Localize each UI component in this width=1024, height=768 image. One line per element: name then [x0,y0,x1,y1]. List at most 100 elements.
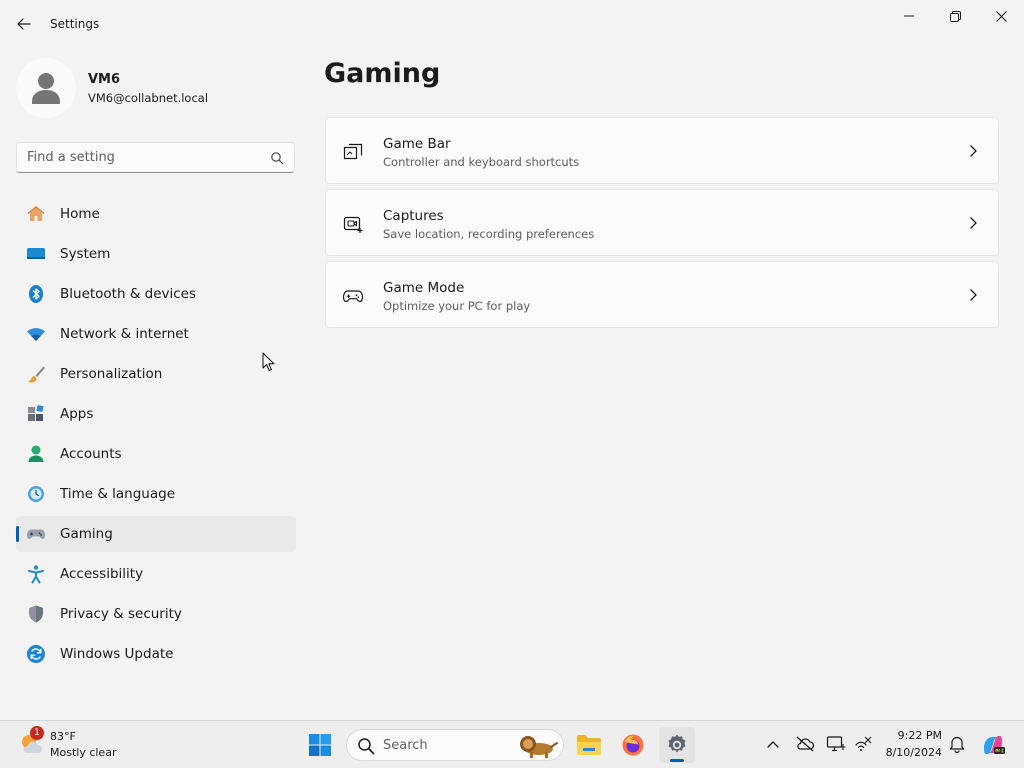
card-title: Captures [383,208,444,224]
lion-highlight-icon [520,736,558,758]
sidebar-item-gaming[interactable]: Gaming [16,516,296,552]
game-bar-icon [342,141,364,163]
search-input[interactable] [17,143,267,172]
sidebar-item-bluetooth[interactable]: Bluetooth & devices [16,276,296,312]
sidebar-item-label: Privacy & security [60,606,182,622]
sidebar-item-accessibility[interactable]: Accessibility [16,556,296,592]
sidebar-item-system[interactable]: System [16,236,296,272]
bell-icon [949,736,965,753]
gamepad-icon [26,524,46,544]
taskbar-search[interactable]: Search [346,729,564,761]
search-icon [358,738,375,755]
card-description: Optimize your PC for play [383,299,531,313]
sidebar-item-windows-update[interactable]: Windows Update [16,636,296,672]
user-name: VM6 [88,72,121,87]
sidebar-item-label: Accounts [60,446,122,462]
sidebar-item-label: Home [60,206,100,222]
firefox-button[interactable] [615,727,651,763]
apps-icon [26,404,46,424]
network-tray-button[interactable] [852,734,872,754]
start-button[interactable] [302,727,338,763]
chevron-right-icon [970,217,977,229]
home-icon [26,204,46,224]
close-icon [995,10,1007,22]
windows-logo-icon [309,734,331,756]
close-button[interactable] [981,4,1021,28]
restore-button[interactable] [935,4,975,28]
card-title: Game Mode [383,280,465,296]
onedrive-tray-button[interactable] [795,734,815,754]
monitor-icon [826,736,846,752]
user-email: VM6@collabnet.local [88,91,209,105]
cloud-off-icon [796,736,815,752]
settings-taskbar-button[interactable] [659,727,695,763]
taskbar-search-label: Search [383,738,428,753]
clock-date[interactable]: 8/10/2024 [880,746,942,759]
card-title: Game Bar [383,136,451,152]
weather-widget[interactable]: 1 83°F Mostly clear [14,726,144,763]
game-bar-card[interactable]: Game Bar Controller and keyboard shortcu… [325,117,999,184]
chevron-up-icon [767,741,779,748]
clock-time[interactable]: 9:22 PM [880,729,942,742]
sidebar-item-label: Time & language [60,486,176,502]
card-description: Save location, recording preferences [383,227,595,241]
back-button[interactable] [12,12,36,36]
sidebar-item-label: Gaming [60,526,113,542]
sidebar-item-accounts[interactable]: Accounts [16,436,296,472]
file-explorer-button[interactable] [571,727,607,763]
sidebar-item-label: Bluetooth & devices [60,286,197,302]
sidebar-item-privacy[interactable]: Privacy & security [16,596,296,632]
sidebar-item-label: Accessibility [60,566,144,582]
search-icon[interactable] [270,151,284,165]
capture-icon [342,213,364,235]
card-description: Controller and keyboard shortcuts [383,155,580,169]
copilot-icon [984,736,1005,754]
chevron-right-icon [970,145,977,157]
refresh-icon [26,644,46,664]
app-title: Settings [50,17,100,31]
weather-temp: 83°F [50,730,76,743]
sidebar-item-personalization[interactable]: Personalization [16,356,296,392]
settings-search[interactable] [16,142,295,173]
sidebar-item-label: Windows Update [60,646,174,662]
display-tray-button[interactable] [826,734,846,754]
restore-icon [949,10,961,22]
sidebar-item-label: Personalization [60,366,163,382]
game-mode-card[interactable]: Game Mode Optimize your PC for play [325,261,999,328]
sidebar-item-home[interactable]: Home [16,196,296,232]
clock-globe-icon [26,484,46,504]
copilot-button[interactable] [980,732,1006,758]
notification-badge: 1 [30,726,44,740]
accessibility-icon [26,564,46,584]
firefox-icon [622,734,644,756]
minimize-button[interactable] [889,4,929,28]
page-title: Gaming [324,58,441,89]
folder-icon [577,735,601,755]
user-avatar-icon [16,58,76,118]
gamepad-icon [342,285,364,307]
weather-condition: Mostly clear [50,746,117,759]
sidebar-item-network[interactable]: Network & internet [16,316,296,352]
minimize-icon [904,15,914,17]
sidebar-item-label: System [60,246,111,262]
sidebar-item-time-language[interactable]: Time & language [16,476,296,512]
sidebar-item-label: Network & internet [60,326,189,342]
taskbar: 1 83°F Mostly clear Search 9:22 PM 8/10/… [0,720,1024,768]
wifi-icon [26,324,46,344]
network-icon [855,736,872,751]
shield-icon [26,604,46,624]
person-icon [26,444,46,464]
sidebar-nav: Home System Bluetooth & devices Network … [16,196,296,676]
captures-card[interactable]: Captures Save location, recording prefer… [325,189,999,256]
arrow-left-icon [17,18,31,30]
gear-icon [668,734,686,753]
chevron-right-icon [970,289,977,301]
notifications-button[interactable] [947,734,967,754]
avatar[interactable] [16,58,76,118]
show-hidden-icons-button[interactable] [763,734,783,754]
bluetooth-icon [26,284,46,304]
mouse-cursor-icon [262,352,275,371]
sidebar-item-label: Apps [60,406,94,422]
sidebar-item-apps[interactable]: Apps [16,396,296,432]
brush-icon [26,364,46,384]
